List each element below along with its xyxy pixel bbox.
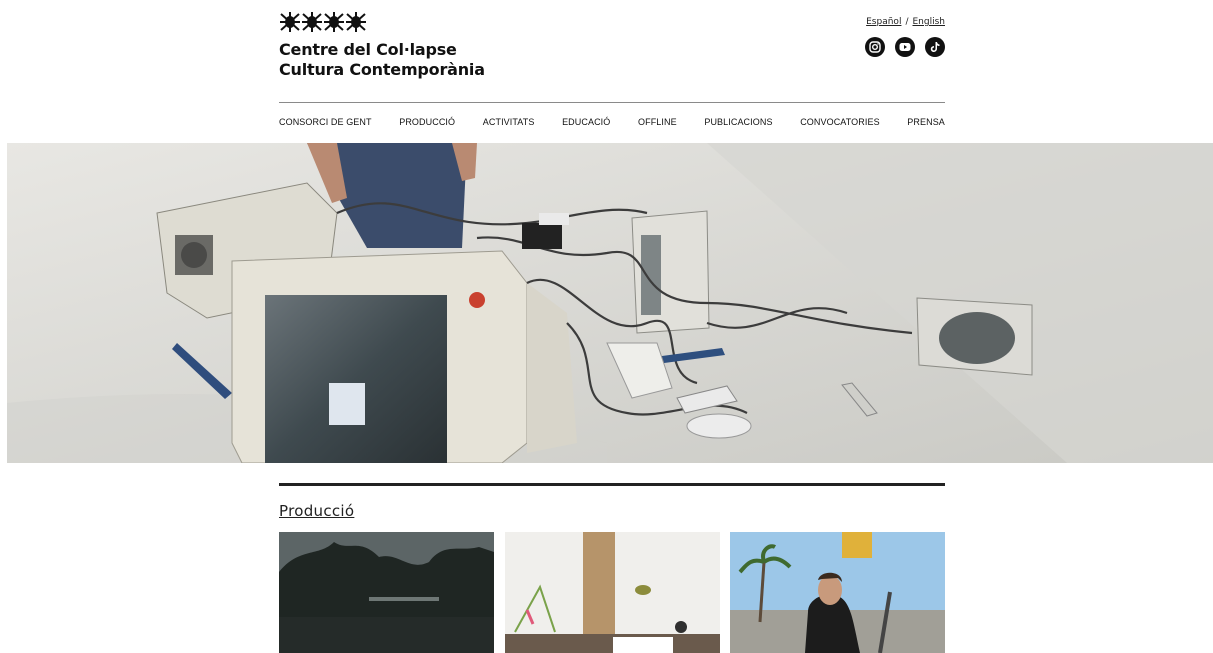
lang-separator: / xyxy=(905,17,909,27)
nav-item-educacio[interactable]: EDUCACIÓ xyxy=(562,117,610,127)
language-switcher: Español / English xyxy=(866,17,945,27)
production-thumbnail-2[interactable] xyxy=(505,532,720,653)
thumbnail-image-game-scene xyxy=(730,532,945,653)
lang-es-link[interactable]: Español xyxy=(866,17,901,27)
instagram-icon[interactable] xyxy=(865,37,885,57)
nav-item-activitats[interactable]: ACTIVITATS xyxy=(483,117,535,127)
section-divider xyxy=(279,483,945,486)
social-links xyxy=(865,37,945,57)
nav-item-produccio[interactable]: PRODUCCIÓ xyxy=(399,117,455,127)
section-title-produccio[interactable]: Producció xyxy=(279,502,354,520)
production-thumbnail-3[interactable] xyxy=(730,532,945,653)
org-name-line2: Cultura Contemporània xyxy=(279,60,485,79)
hero-photo xyxy=(7,143,1213,463)
tiktok-icon[interactable] xyxy=(925,37,945,57)
org-name-line1: Centre del Col·lapse xyxy=(279,40,457,59)
lang-en-link[interactable]: English xyxy=(913,17,946,27)
nav-divider xyxy=(279,102,945,103)
main-nav: CONSORCI DE GENT PRODUCCIÓ ACTIVITATS ED… xyxy=(279,117,945,127)
thumbnail-image-trees xyxy=(279,532,494,653)
nav-item-consorci-de-gent[interactable]: CONSORCI DE GENT xyxy=(279,117,372,127)
nav-item-prensa[interactable]: PRENSA xyxy=(907,117,945,127)
nav-item-convocatories[interactable]: CONVOCATORIES xyxy=(800,117,879,127)
youtube-icon[interactable] xyxy=(895,37,915,57)
nav-item-publicacions[interactable]: PUBLICACIONS xyxy=(704,117,772,127)
hero-image xyxy=(7,143,1213,463)
production-thumbnail-1[interactable] xyxy=(279,532,494,653)
thumbnail-image-gallery xyxy=(505,532,720,653)
nav-item-offline[interactable]: OFFLINE xyxy=(638,117,677,127)
logo-bugs-icon[interactable] xyxy=(279,10,369,34)
org-name[interactable]: Centre del Col·lapse Cultura Contemporàn… xyxy=(279,40,485,80)
site-header: Centre del Col·lapse Cultura Contemporàn… xyxy=(279,10,945,90)
